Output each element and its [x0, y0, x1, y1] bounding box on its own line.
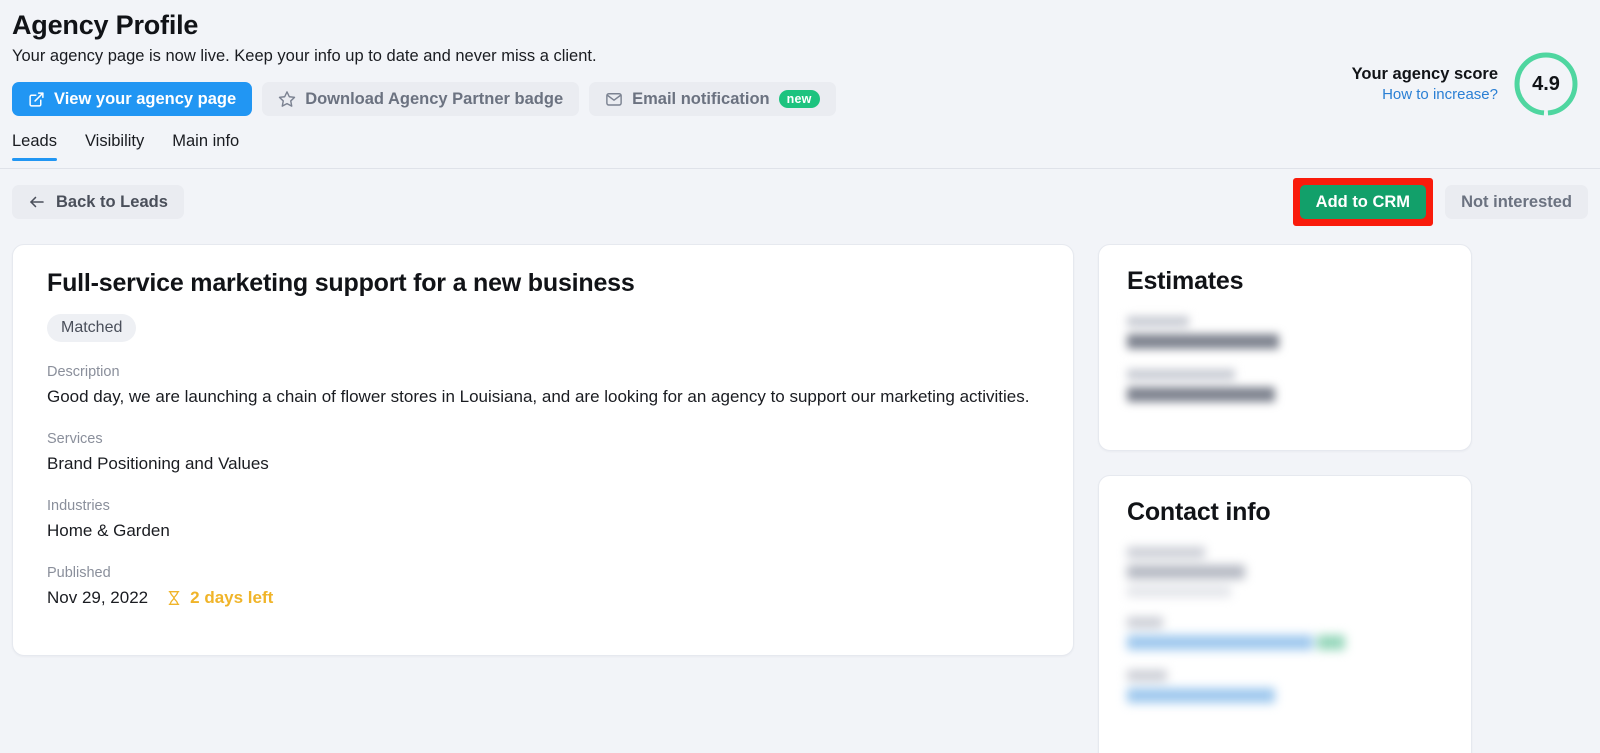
contact-info-heading: Contact info — [1127, 498, 1271, 526]
tab-main-info[interactable]: Main info — [158, 132, 253, 161]
not-interested-button[interactable]: Not interested — [1445, 185, 1588, 219]
app-root: Agency Profile Your agency page is now l… — [0, 0, 1600, 753]
published-date: Nov 29, 2022 — [47, 588, 149, 608]
content-area: Full-service marketing support for a new… — [0, 226, 1600, 753]
contact-info-card: Contact info — [1098, 475, 1472, 753]
estimates-card: Estimates — [1098, 244, 1472, 451]
contact-row-2 — [1127, 617, 1443, 650]
redacted-label — [1127, 547, 1205, 558]
contact-row-3 — [1127, 670, 1443, 703]
field-label: Industries — [47, 498, 110, 515]
email-notification-label: Email notification — [632, 89, 770, 108]
add-to-crm-button[interactable]: Add to CRM — [1299, 185, 1427, 219]
sidebar-column: Estimates Contact info — [1098, 244, 1472, 753]
agency-score-texts: Your agency score How to increase? — [1352, 65, 1498, 103]
estimates-row-budget — [1127, 316, 1443, 349]
redacted-label — [1127, 369, 1235, 380]
contact-redacted-content — [1127, 547, 1443, 703]
agency-score-label: Your agency score — [1351, 65, 1498, 83]
estimates-row-duration — [1127, 369, 1443, 402]
redacted-value — [1127, 565, 1245, 579]
field-value: Good day, we are launching a chain of fl… — [47, 387, 1030, 406]
page-header: Agency Profile Your agency page is now l… — [0, 0, 1600, 116]
lead-detail-card: Full-service marketing support for a new… — [12, 244, 1074, 656]
back-to-leads-button[interactable]: Back to Leads — [12, 185, 184, 219]
published-row: Nov 29, 2022 2 days left — [47, 586, 1039, 610]
field-label: Description — [47, 364, 120, 380]
days-left: 2 days left — [166, 588, 273, 608]
star-icon — [278, 90, 296, 108]
redacted-value — [1127, 635, 1313, 650]
download-agency-partner-badge-button[interactable]: Download Agency Partner badge — [262, 82, 580, 116]
view-agency-page-label: View your agency page — [54, 89, 237, 108]
redacted-value-row — [1127, 635, 1443, 650]
email-notification-button[interactable]: Email notification new — [589, 82, 836, 116]
lead-field-services: Services Brand Positioning and Values — [47, 431, 1039, 476]
contact-row-1 — [1127, 547, 1443, 597]
add-to-crm-highlight: Add to CRM — [1292, 178, 1434, 226]
status-badge: Matched — [47, 314, 137, 342]
redacted-value — [1127, 334, 1279, 349]
back-to-leads-label: Back to Leads — [56, 192, 168, 211]
redacted-label — [1127, 617, 1163, 628]
view-agency-page-button[interactable]: View your agency page — [12, 82, 253, 116]
agency-score: Your agency score How to increase? 4.9 — [1352, 50, 1580, 118]
lead-toolbar: Back to Leads Add to CRM Not interested — [0, 161, 1600, 226]
new-badge: new — [778, 89, 820, 109]
envelope-icon — [605, 90, 623, 108]
external-link-icon — [28, 91, 45, 108]
tab-bar: Leads Visibility Main info — [0, 132, 1600, 161]
lead-title: Full-service marketing support for a new… — [47, 269, 635, 297]
lead-field-industries: Industries Home & Garden — [47, 498, 1039, 543]
days-left-label: 2 days left — [190, 588, 274, 608]
how-to-increase-link[interactable]: How to increase? — [1352, 86, 1498, 103]
redacted-label — [1127, 316, 1189, 327]
redacted-value — [1127, 586, 1231, 597]
page-title: Agency Profile — [12, 10, 199, 40]
estimates-redacted-content — [1127, 316, 1443, 402]
agency-score-ring: 4.9 — [1512, 50, 1580, 118]
lead-field-description: Description Good day, we are launching a… — [47, 364, 1039, 409]
hourglass-icon — [166, 589, 182, 607]
field-label: Services — [47, 431, 103, 448]
redacted-value — [1317, 635, 1345, 650]
redacted-value — [1127, 688, 1275, 703]
download-badge-label: Download Agency Partner badge — [305, 89, 564, 108]
field-label: Published — [47, 565, 111, 582]
estimates-heading: Estimates — [1127, 267, 1244, 295]
field-value: Home & Garden — [47, 521, 170, 541]
tabs-divider — [0, 168, 1600, 169]
lead-toolbar-right: Add to CRM Not interested — [1292, 178, 1588, 226]
lead-field-published: Published Nov 29, 2022 2 days left — [47, 565, 1039, 610]
agency-score-value: 4.9 — [1532, 72, 1560, 95]
redacted-value — [1127, 387, 1275, 402]
redacted-label — [1127, 670, 1167, 681]
tab-visibility[interactable]: Visibility — [71, 132, 158, 161]
arrow-left-icon — [28, 193, 46, 211]
field-value: Brand Positioning and Values — [47, 454, 269, 474]
tab-leads[interactable]: Leads — [12, 132, 71, 161]
